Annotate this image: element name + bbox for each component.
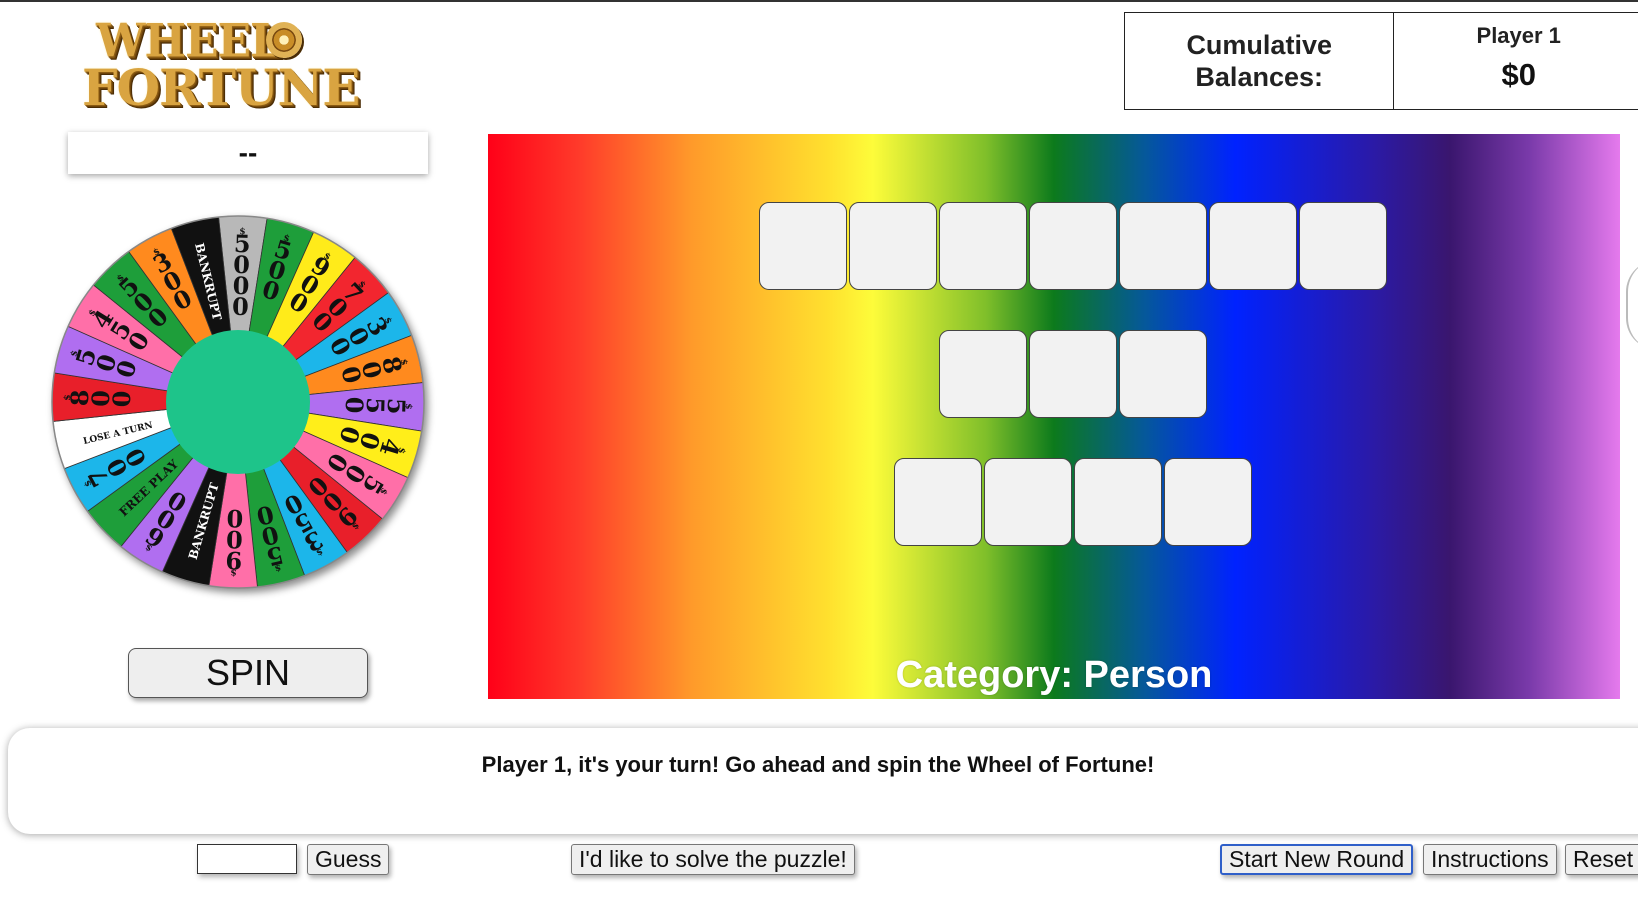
puzzle-tile	[1299, 202, 1387, 290]
puzzle-tile	[1209, 202, 1297, 290]
puzzle-tile	[939, 202, 1027, 290]
puzzle-tile	[1119, 202, 1207, 290]
category-label: Category: Person	[895, 654, 1213, 696]
wheel-wedge-label: $800	[63, 389, 136, 408]
puzzle-row	[894, 458, 1254, 546]
puzzle-tile	[1164, 458, 1252, 546]
svg-text:0: 0	[226, 504, 243, 533]
puzzle-tile	[759, 202, 847, 290]
player-balance-cell: Player 1 $0	[1394, 13, 1638, 109]
reset-button[interactable]: Reset	[1565, 844, 1638, 875]
balances-label: Cumulative Balances:	[1125, 13, 1395, 109]
puzzle-tile	[939, 330, 1027, 418]
player-name: Player 1	[1476, 23, 1561, 48]
fortune-wheel: $5 0 0 0 $5 0 0 $9 0 0 $7 0 0 $3 0 0 $8 0 0 $5 5 0 $4 0 0 $5 0 0 $9 0…	[48, 212, 428, 592]
puzzle-tile	[849, 202, 937, 290]
puzzle-row	[759, 202, 1389, 290]
wheel-wedge-label: $900	[225, 504, 244, 577]
puzzle-tile	[984, 458, 1072, 546]
message-panel: Player 1, it's your turn! Go ahead and s…	[8, 728, 1638, 834]
wheel-wedge-label: $5000	[232, 227, 251, 321]
instructions-button[interactable]: Instructions	[1423, 844, 1557, 875]
wheel-wedge-label: $550	[340, 396, 413, 415]
logo-line-2: FORTUNE	[82, 58, 360, 117]
spin-result-display: --	[68, 132, 428, 174]
turn-message: Player 1, it's your turn! Go ahead and s…	[481, 752, 1155, 777]
puzzle-board: Category: Person	[488, 134, 1620, 699]
puzzle-tile	[1029, 330, 1117, 418]
puzzle-tile	[894, 458, 982, 546]
guess-input[interactable]	[197, 844, 297, 874]
wheel-hub	[166, 330, 310, 474]
offscreen-panel-edge	[1626, 260, 1638, 350]
svg-text:0: 0	[340, 396, 369, 413]
start-new-round-button[interactable]: Start New Round	[1220, 844, 1414, 875]
svg-text:0: 0	[107, 390, 136, 407]
spin-button[interactable]: SPIN	[128, 648, 368, 698]
solve-puzzle-button[interactable]: I'd like to solve the puzzle!	[571, 844, 855, 875]
logo-wheel-icon	[266, 22, 302, 58]
puzzle-tile	[1029, 202, 1117, 290]
wheel-graphic: $5000$500$900$700 $300$800$550$400$500$90…	[51, 215, 425, 589]
balances-table: Cumulative Balances: Player 1 $0	[1124, 12, 1638, 110]
puzzle-row	[939, 330, 1209, 418]
svg-text:0: 0	[232, 292, 249, 321]
wheel-of-fortune-logo: WHEEL FORTUNE	[82, 15, 360, 117]
puzzle-tile	[1074, 458, 1162, 546]
puzzle-tile	[1119, 330, 1207, 418]
player-balance: $0	[1501, 57, 1536, 92]
guess-button[interactable]: Guess	[307, 844, 390, 875]
